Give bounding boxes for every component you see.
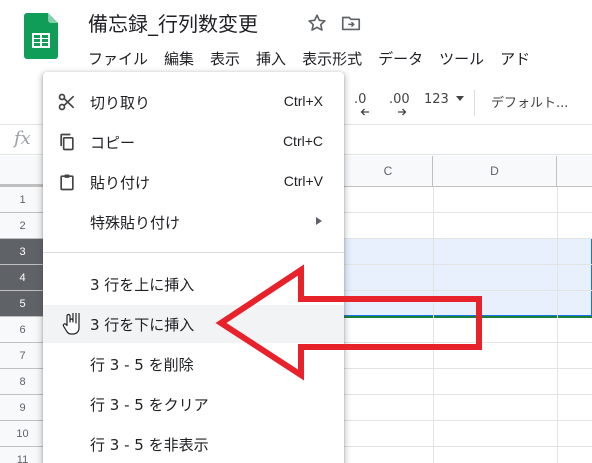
- row-header-5[interactable]: 5: [0, 291, 46, 317]
- select-all-corner[interactable]: [0, 156, 46, 187]
- copy-icon: [57, 132, 77, 152]
- fx-icon: fx: [14, 128, 31, 149]
- row-header-9[interactable]: 9: [0, 395, 46, 421]
- menu-item-delete-rows[interactable]: 行 3 - 5 を削除: [43, 345, 344, 383]
- menu-divider: [43, 252, 344, 253]
- row-header-6[interactable]: 6: [0, 317, 46, 343]
- submenu-arrow-icon: [316, 217, 322, 225]
- row-header-8[interactable]: 8: [0, 369, 46, 395]
- menu-data[interactable]: データ: [370, 46, 431, 72]
- menu-item-copy[interactable]: コピー Ctrl+C: [43, 123, 344, 161]
- chevron-down-icon: [455, 96, 464, 101]
- row-header-7[interactable]: 7: [0, 343, 46, 369]
- menu-edit[interactable]: 編集: [156, 46, 202, 72]
- menu-item-insert-rows-below[interactable]: 3 行を下に挿入: [43, 305, 344, 343]
- toolbar-divider: [474, 90, 475, 116]
- sheets-logo-icon[interactable]: [24, 13, 58, 59]
- move-folder-icon[interactable]: [340, 12, 362, 34]
- hand-pointer-icon: [62, 310, 82, 335]
- menu-view[interactable]: 表示: [202, 46, 248, 72]
- context-menu: 切り取り Ctrl+X コピー Ctrl+C 貼り付け Ctrl+V 特殊貼り付…: [43, 72, 344, 463]
- row-header-11[interactable]: 11: [0, 447, 46, 463]
- clipboard-icon: [57, 172, 77, 192]
- menu-addons[interactable]: アド: [492, 46, 538, 72]
- menu-file[interactable]: ファイル: [80, 46, 156, 72]
- menu-tools[interactable]: ツール: [431, 46, 492, 72]
- menu-format[interactable]: 表示形式: [294, 46, 370, 72]
- number-format-dropdown[interactable]: 123: [424, 92, 464, 107]
- menu-insert[interactable]: 挿入: [248, 46, 294, 72]
- column-header-c[interactable]: C: [344, 156, 433, 187]
- row-header-4[interactable]: 4: [0, 265, 46, 291]
- font-family-dropdown[interactable]: デフォルト...: [491, 92, 568, 111]
- star-icon[interactable]: [306, 12, 328, 34]
- menu-item-clear-rows[interactable]: 行 3 - 5 をクリア: [43, 385, 344, 423]
- column-header-d[interactable]: D: [433, 156, 557, 187]
- column-header-e[interactable]: [557, 156, 592, 187]
- menu-item-paste[interactable]: 貼り付け Ctrl+V: [43, 163, 344, 201]
- menu-bar: ファイル 編集 表示 挿入 表示形式 データ ツール アド: [80, 46, 538, 72]
- row-header-10[interactable]: 10: [0, 421, 46, 447]
- row-header-3[interactable]: 3: [0, 239, 46, 265]
- document-title[interactable]: 備忘録_行列数変更: [88, 8, 258, 37]
- menu-item-cut[interactable]: 切り取り Ctrl+X: [43, 83, 344, 121]
- row-header-2[interactable]: 2: [0, 213, 46, 239]
- scissors-icon: [57, 92, 77, 112]
- row-header-1[interactable]: 1: [0, 187, 46, 213]
- increase-decimal-button[interactable]: .00: [389, 92, 410, 116]
- decrease-decimal-button[interactable]: .0: [354, 92, 369, 116]
- menu-item-hide-rows[interactable]: 行 3 - 5 を非表示: [43, 425, 344, 463]
- menu-item-paste-special[interactable]: 特殊貼り付け: [43, 203, 344, 241]
- menu-item-insert-rows-above[interactable]: 3 行を上に挿入: [43, 265, 344, 303]
